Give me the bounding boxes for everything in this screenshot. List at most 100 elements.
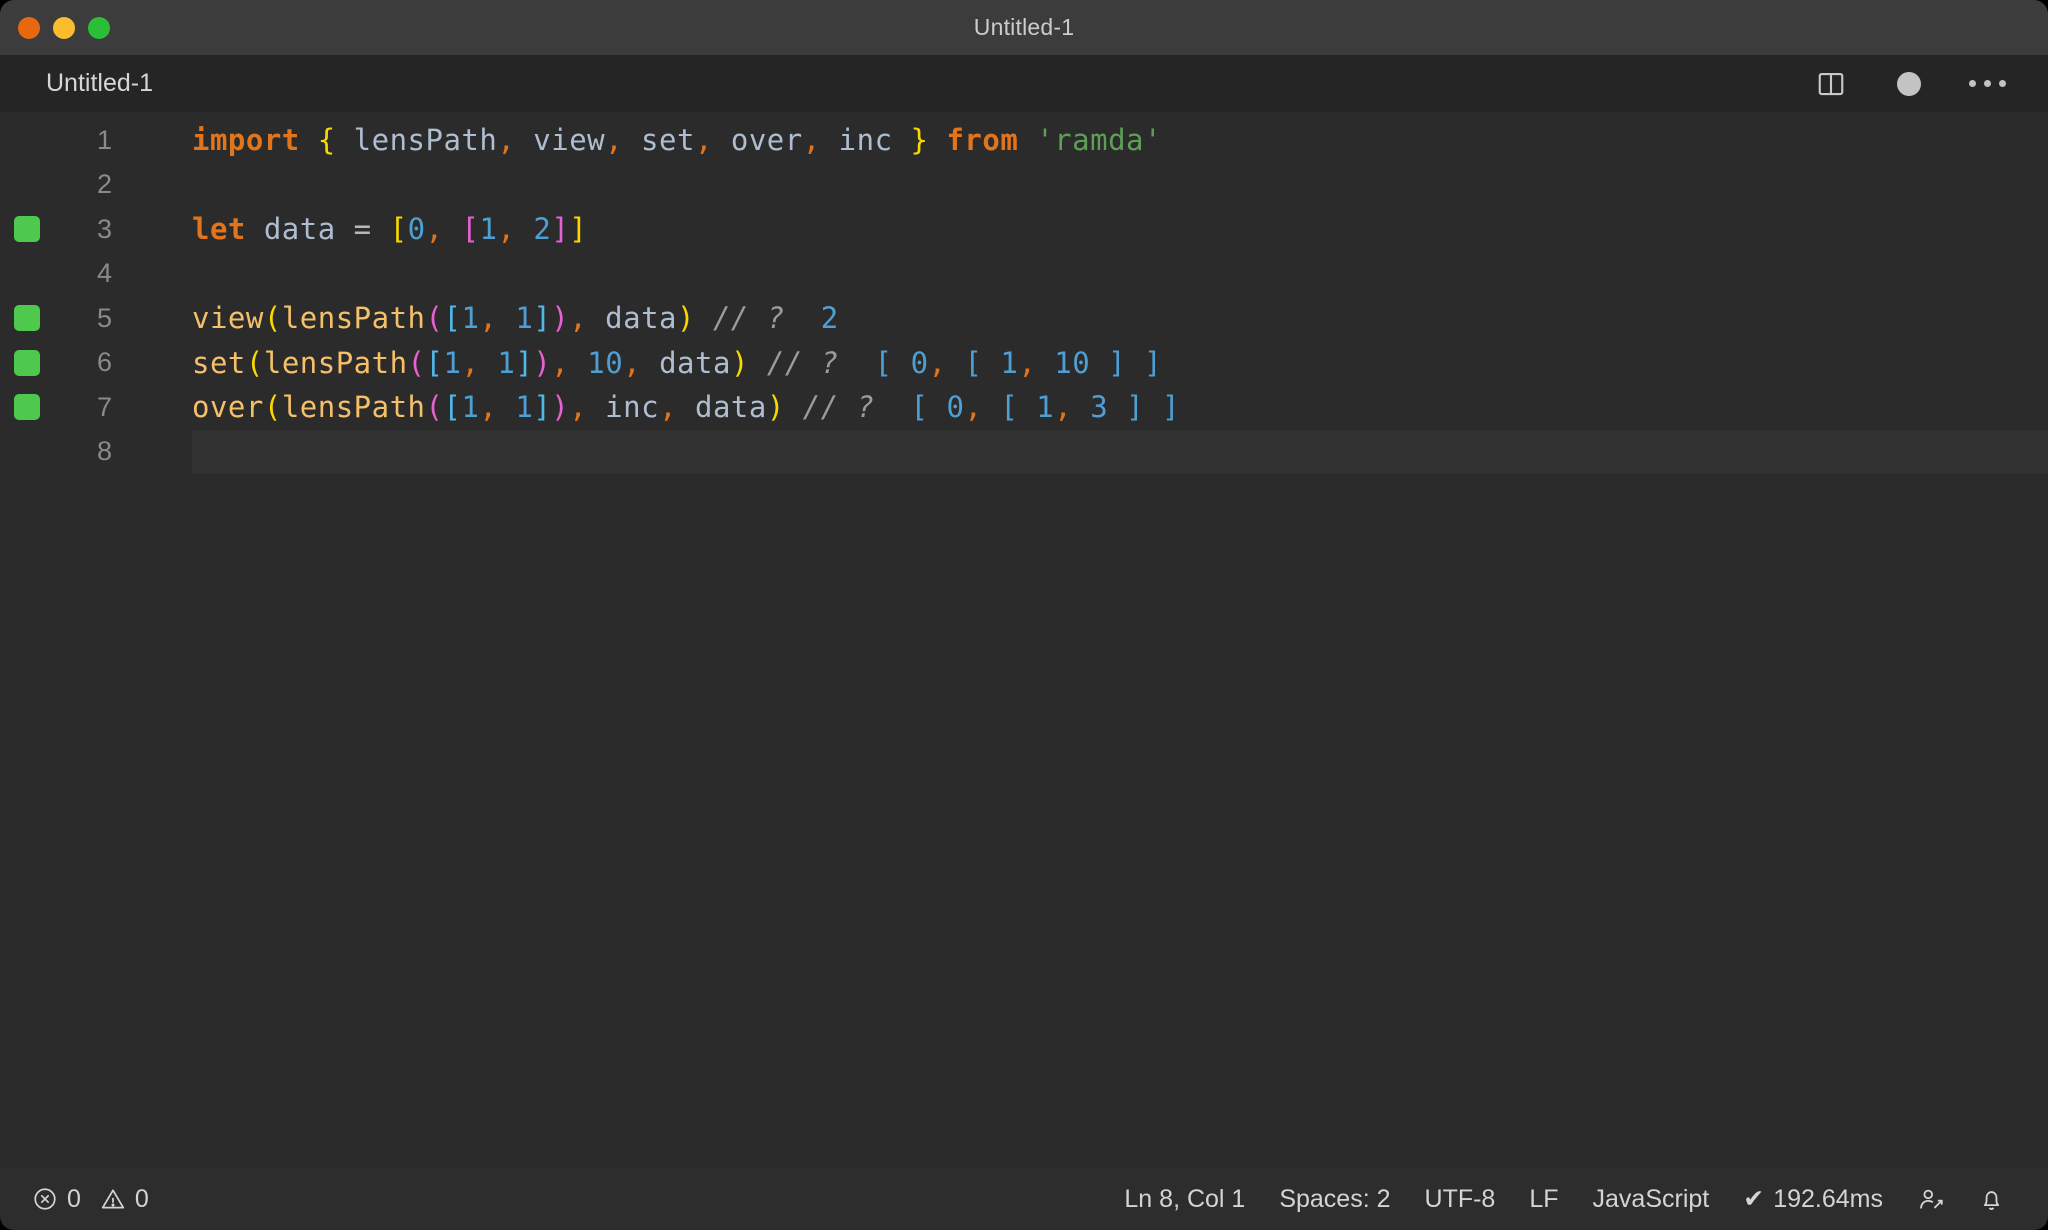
token-num: 0 [910,345,929,380]
token-num: 1 [515,301,534,336]
code-lines: 1 import { lensPath, view, set, over, inc… [0,112,2048,474]
tab-label: Untitled-1 [46,69,153,97]
token-num: 10 [1054,345,1091,380]
status-runtime[interactable]: ✔ 192.64ms [1726,1184,1900,1214]
more-actions-icon[interactable] [1968,67,2006,101]
warning-count: 0 [134,1184,149,1213]
token-id: inc [587,390,660,425]
token-op [372,212,390,246]
token-br3: [ [443,301,462,336]
token-br3: [ [443,390,462,425]
status-notifications[interactable] [1961,1186,2022,1213]
token-comma: , [479,301,498,336]
token-num: 1 [515,390,534,425]
token-op [497,301,515,335]
token-comma: , [928,345,947,380]
status-remote-host[interactable] [1900,1186,1961,1213]
current-line-highlight [192,429,2048,474]
token-br1: ( [245,345,264,380]
code-line-8[interactable]: 8 [0,429,2048,474]
code-line-6[interactable]: 6 set(lensPath([1, 1]), 10, data) // ? [ … [0,341,2048,386]
line-number: 1 [96,124,112,155]
breakpoint-marker-icon[interactable] [14,349,40,376]
token-op [1036,346,1054,380]
token-kw: from [946,123,1019,158]
status-language-mode[interactable]: JavaScript [1576,1185,1727,1214]
line-content: view(lensPath([1, 1]), data) // ? 2 [120,301,839,335]
line-content: import { lensPath, view, set, over, inc … [120,123,1162,157]
token-str: 'ramda' [1036,123,1162,158]
token-num: 0 [946,390,965,425]
code-line-7[interactable]: 7 over(lensPath([1, 1]), inc, data) // ? … [0,385,2048,430]
token-kw: let [192,212,246,247]
token-num: 1 [461,301,480,336]
token-op [569,346,587,380]
code-line-5[interactable]: 5 view(lensPath([1, 1]), data) // ? 2 [0,296,2048,341]
token-br1: ) [766,390,785,425]
line-number: 4 [96,258,112,289]
token-op [444,212,462,246]
token-comma: , [479,390,498,425]
token-comma: , [551,345,570,380]
token-fn: over [192,390,264,425]
token-brace: } [910,123,929,158]
status-encoding[interactable]: UTF-8 [1408,1185,1513,1214]
token-num: ] ] [1090,345,1163,380]
code-line-4[interactable]: 4 [0,252,2048,297]
token-num: [ [982,390,1037,425]
code-line-2[interactable]: 2 [0,163,2048,208]
token-br2: ] [551,212,570,247]
token-op [785,390,803,424]
token-op [875,390,911,424]
token-br3: ] [533,390,552,425]
status-indentation[interactable]: Spaces: 2 [1262,1185,1407,1214]
token-comment: // ? [712,301,785,336]
minimize-window-button[interactable] [53,16,75,39]
token-num: 1 [461,390,480,425]
line-number: 2 [96,169,112,200]
token-br1: [ [389,212,408,247]
token-op [785,301,821,335]
token-op [479,346,497,380]
status-bar-left: 0 0 [28,1185,166,1214]
token-op [839,346,875,380]
token-num: 2 [533,212,552,247]
status-bar: 0 0 Ln 8, Col 1 Spaces: 2 UTF-8 LF JavaS… [0,1168,2048,1230]
breakpoint-marker-icon[interactable] [14,394,40,421]
breakpoint-marker-icon[interactable] [14,305,40,332]
title-bar: Untitled-1 [0,0,2048,55]
token-num: [ [910,390,947,425]
status-bar-right: Ln 8, Col 1 Spaces: 2 UTF-8 LF JavaScrip… [1107,1184,2022,1214]
runtime-value: 192.64ms [1773,1184,1883,1213]
token-br3: [ [425,345,444,380]
bell-icon [1978,1186,2005,1213]
token-fn: view [192,301,264,336]
token-fn: lensPath [263,345,408,380]
status-eol[interactable]: LF [1512,1185,1575,1214]
token-op [928,123,946,157]
split-editor-icon[interactable] [1814,67,1848,101]
token-num: 1 [443,345,462,380]
token-num: 10 [587,345,624,380]
tab-untitled-1[interactable]: Untitled-1 [0,55,179,112]
error-icon [32,1186,58,1212]
code-editor[interactable]: 1 import { lensPath, view, set, over, inc… [0,112,2048,1168]
breakpoint-marker-icon[interactable] [14,216,40,243]
code-line-1[interactable]: 1 import { lensPath, view, set, over, inc… [0,118,2048,163]
code-line-3[interactable]: 3 let data = [0, [1, 2]] [0,207,2048,252]
token-num: 1 [497,345,516,380]
token-id: over [712,123,803,158]
unsaved-dot-icon[interactable] [1892,67,1926,101]
close-window-button[interactable] [18,16,40,39]
token-br1: ( [263,301,282,336]
token-op [1018,123,1036,157]
token-br3: ] [515,345,534,380]
token-comma: , [802,123,821,158]
status-problems[interactable]: 0 0 [28,1185,166,1214]
maximize-window-button[interactable] [88,16,110,39]
traffic-light-group [18,16,110,39]
token-comma: , [1018,345,1037,380]
token-comma: , [964,390,983,425]
status-cursor-position[interactable]: Ln 8, Col 1 [1107,1185,1262,1214]
token-comma: , [1054,390,1073,425]
